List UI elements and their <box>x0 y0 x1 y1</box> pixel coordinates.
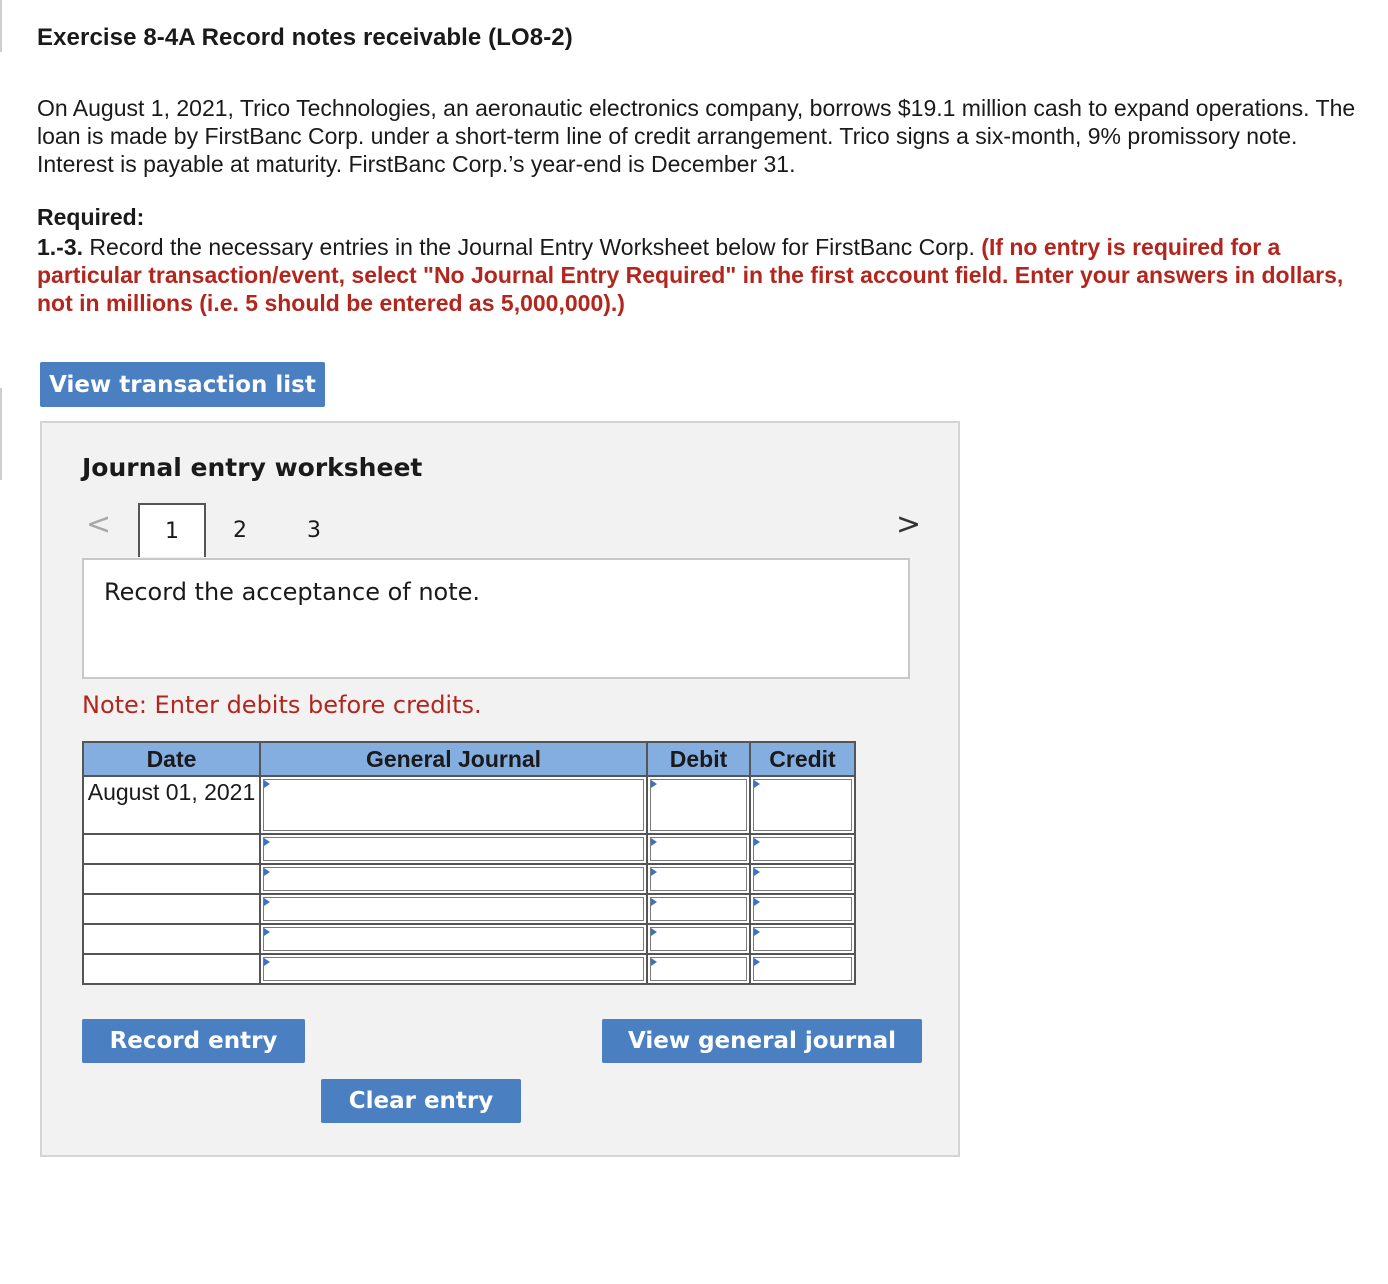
debit-cell <box>646 923 751 955</box>
tab-2[interactable]: 2 <box>220 503 260 557</box>
problem-paragraph: On August 1, 2021, Trico Technologies, a… <box>37 95 1356 177</box>
chevron-left-icon[interactable]: < <box>86 507 111 542</box>
debit-cell <box>646 775 751 835</box>
account-cell <box>259 833 648 865</box>
debit-input[interactable] <box>650 779 747 831</box>
credit-input[interactable] <box>753 867 852 891</box>
debit-input[interactable] <box>650 897 747 921</box>
credit-cell <box>749 863 856 895</box>
tab-3[interactable]: 3 <box>294 503 334 557</box>
account-select[interactable] <box>263 957 644 981</box>
debit-column-header: Debit <box>646 741 751 777</box>
debit-cell <box>646 863 751 895</box>
account-select[interactable] <box>263 837 644 861</box>
debit-input[interactable] <box>650 957 747 981</box>
journal-entry-worksheet: Journal entry worksheet < 1 2 3 > Record… <box>40 421 960 1157</box>
account-select[interactable] <box>263 897 644 921</box>
account-cell <box>259 775 648 835</box>
left-border-mark <box>0 388 2 480</box>
date-cell <box>82 923 261 955</box>
credit-cell <box>749 833 856 865</box>
table-row <box>82 923 856 955</box>
table-row <box>82 953 856 985</box>
credit-input[interactable] <box>753 927 852 951</box>
view-general-journal-button[interactable]: View general journal <box>602 1019 922 1063</box>
credit-input[interactable] <box>753 957 852 981</box>
account-cell <box>259 893 648 925</box>
requirement-body: Record the necessary entries in the Jour… <box>83 234 982 260</box>
account-cell <box>259 923 648 955</box>
required-label: Required: <box>37 204 145 230</box>
account-select[interactable] <box>263 779 644 831</box>
table-row <box>82 863 856 895</box>
left-border-mark <box>0 0 2 52</box>
credit-cell <box>749 953 856 985</box>
requirement-text: 1.-3. Record the necessary entries in th… <box>37 233 1357 317</box>
credit-cell <box>749 775 856 835</box>
credit-input[interactable] <box>753 837 852 861</box>
worksheet-title: Journal entry worksheet <box>82 453 423 482</box>
credit-input[interactable] <box>753 897 852 921</box>
date-cell <box>82 863 261 895</box>
credit-cell <box>749 893 856 925</box>
account-select[interactable] <box>263 867 644 891</box>
account-cell <box>259 863 648 895</box>
date-cell <box>82 833 261 865</box>
debit-credit-note: Note: Enter debits before credits. <box>82 691 482 719</box>
view-transaction-list-button[interactable]: View transaction list <box>40 362 325 407</box>
debit-cell <box>646 833 751 865</box>
chevron-right-icon[interactable]: > <box>896 507 921 542</box>
debit-input[interactable] <box>650 867 747 891</box>
exercise-title: Exercise 8-4A Record notes receivable (L… <box>37 24 573 51</box>
credit-column-header: Credit <box>749 741 856 777</box>
journal-table: Date General Journal Debit Credit August… <box>82 741 856 985</box>
credit-input[interactable] <box>753 779 852 831</box>
general-journal-column-header: General Journal <box>259 741 648 777</box>
journal-header-row: Date General Journal Debit Credit <box>82 741 856 777</box>
debit-input[interactable] <box>650 927 747 951</box>
date-column-header: Date <box>82 741 261 777</box>
transaction-description-box: Record the acceptance of note. <box>82 558 910 679</box>
date-cell: August 01, 2021 <box>82 775 261 835</box>
table-row <box>82 893 856 925</box>
account-select[interactable] <box>263 927 644 951</box>
record-entry-button[interactable]: Record entry <box>82 1019 305 1063</box>
credit-cell <box>749 923 856 955</box>
date-cell <box>82 953 261 985</box>
debit-input[interactable] <box>650 837 747 861</box>
account-cell <box>259 953 648 985</box>
debit-cell <box>646 953 751 985</box>
date-cell <box>82 893 261 925</box>
table-row: August 01, 2021 <box>82 775 856 835</box>
transaction-description: Record the acceptance of note. <box>104 578 481 606</box>
debit-cell <box>646 893 751 925</box>
clear-entry-button[interactable]: Clear entry <box>321 1079 521 1123</box>
requirement-number: 1.-3. <box>37 234 84 260</box>
tab-1[interactable]: 1 <box>138 503 206 557</box>
table-row <box>82 833 856 865</box>
